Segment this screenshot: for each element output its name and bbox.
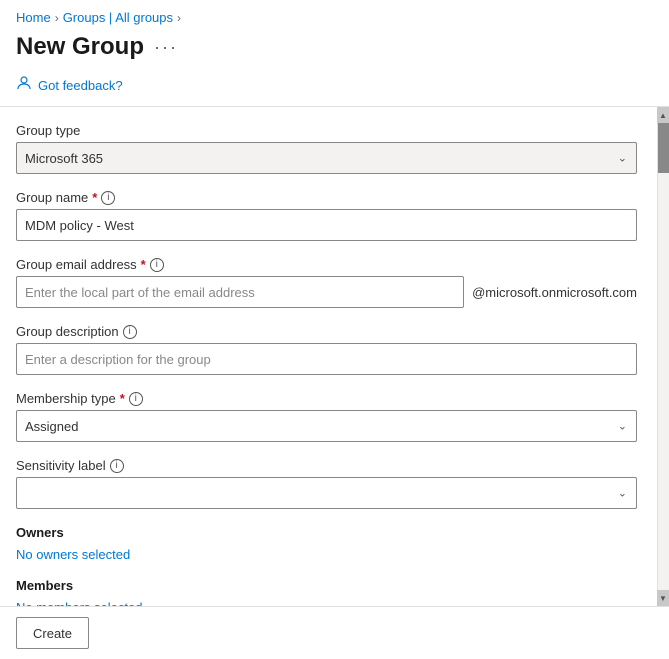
- group-name-info-icon[interactable]: i: [101, 191, 115, 205]
- group-email-info-icon[interactable]: i: [150, 258, 164, 272]
- feedback-bar: Got feedback?: [0, 69, 669, 107]
- breadcrumb-groups[interactable]: Groups | All groups: [63, 10, 173, 25]
- group-type-select-wrapper: Microsoft 365 ⌄: [16, 142, 637, 174]
- sensitivity-label-info-icon[interactable]: i: [110, 459, 124, 473]
- sensitivity-label-group: Sensitivity label i ⌄: [16, 458, 637, 509]
- sensitivity-label-select[interactable]: [16, 477, 637, 509]
- group-name-required: *: [92, 190, 97, 205]
- scrollbar-track: ▲ ▼: [657, 107, 669, 606]
- group-type-group: Group type Microsoft 365 ⌄: [16, 123, 637, 174]
- feedback-link[interactable]: Got feedback?: [38, 78, 123, 93]
- breadcrumb-home[interactable]: Home: [16, 10, 51, 25]
- breadcrumb-sep2: ›: [177, 11, 181, 25]
- breadcrumb-sep1: ›: [55, 11, 59, 25]
- email-row: @microsoft.onmicrosoft.com: [16, 276, 637, 308]
- breadcrumb: Home › Groups | All groups ›: [0, 0, 669, 29]
- group-description-input[interactable]: [16, 343, 637, 375]
- membership-type-select-wrapper: Assigned ⌄: [16, 410, 637, 442]
- group-name-input[interactable]: [16, 209, 637, 241]
- create-button[interactable]: Create: [16, 617, 89, 649]
- owners-group: Owners No owners selected: [16, 525, 637, 562]
- group-name-group: Group name * i: [16, 190, 637, 241]
- group-type-label: Group type: [16, 123, 637, 138]
- group-description-group: Group description i: [16, 324, 637, 375]
- members-heading: Members: [16, 578, 637, 593]
- members-group: Members No members selected: [16, 578, 637, 606]
- no-owners-link[interactable]: No owners selected: [16, 547, 130, 562]
- page-wrapper: Home › Groups | All groups › New Group ·…: [0, 0, 669, 659]
- membership-type-info-icon[interactable]: i: [129, 392, 143, 406]
- scrollbar-up-button[interactable]: ▲: [657, 107, 669, 123]
- page-title: New Group: [16, 33, 144, 61]
- scrollbar-down-button[interactable]: ▼: [657, 590, 669, 606]
- feedback-icon: [16, 75, 32, 96]
- no-members-link[interactable]: No members selected: [16, 600, 142, 606]
- sensitivity-label-select-wrapper: ⌄: [16, 477, 637, 509]
- content-area: Group type Microsoft 365 ⌄ Group name * …: [0, 107, 657, 606]
- group-name-label: Group name * i: [16, 190, 637, 205]
- membership-type-select[interactable]: Assigned: [16, 410, 637, 442]
- email-input-wrap: [16, 276, 464, 308]
- page-title-row: New Group ···: [0, 29, 669, 69]
- footer-bar: Create: [0, 606, 669, 659]
- owners-heading: Owners: [16, 525, 637, 540]
- group-email-group: Group email address * i @microsoft.onmic…: [16, 257, 637, 308]
- group-email-label: Group email address * i: [16, 257, 637, 272]
- group-type-select[interactable]: Microsoft 365: [16, 142, 637, 174]
- group-email-required: *: [141, 257, 146, 272]
- membership-type-required: *: [120, 391, 125, 406]
- group-description-label: Group description i: [16, 324, 637, 339]
- more-options-icon[interactable]: ···: [154, 37, 178, 58]
- sensitivity-label-label: Sensitivity label i: [16, 458, 637, 473]
- email-domain: @microsoft.onmicrosoft.com: [472, 285, 637, 300]
- group-email-input[interactable]: [16, 276, 464, 308]
- membership-type-label: Membership type * i: [16, 391, 637, 406]
- membership-type-group: Membership type * i Assigned ⌄: [16, 391, 637, 442]
- scrollbar-thumb[interactable]: [658, 123, 669, 173]
- group-description-info-icon[interactable]: i: [123, 325, 137, 339]
